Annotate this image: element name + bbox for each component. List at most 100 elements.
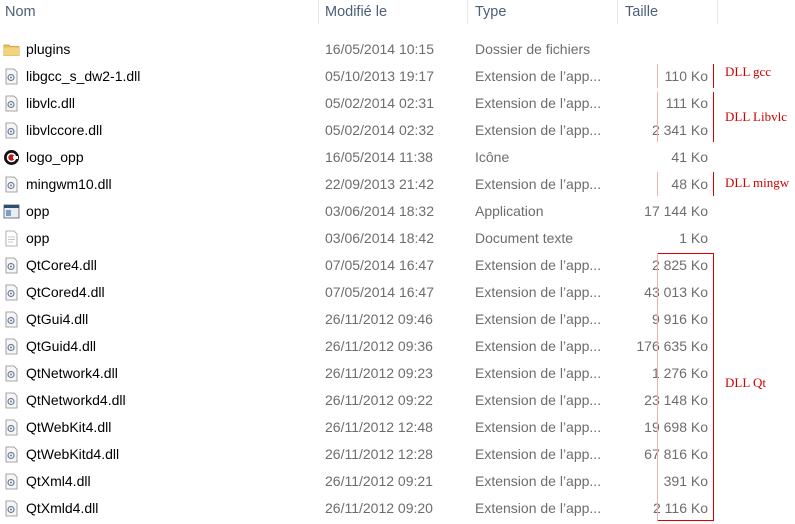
file-name: QtXml4.dll <box>26 473 91 489</box>
column-header-bar: Nom Modifié le Type Taille <box>0 0 795 27</box>
file-modified-date: 22/09/2013 21:42 <box>325 176 434 192</box>
file-type: Application <box>475 203 544 219</box>
file-type: Extension de l’app... <box>475 338 602 354</box>
file-type: Extension de l’app... <box>475 365 602 381</box>
file-size: 48 Ko <box>671 176 708 192</box>
file-row[interactable]: QtCore4.dll 07/05/2014 16:47 Extension de … <box>0 252 720 279</box>
dll-file-icon <box>3 392 20 409</box>
file-name: QtNetworkd4.dll <box>26 392 126 408</box>
logo-icon <box>3 149 20 166</box>
file-size: 2 341 Ko <box>651 122 708 138</box>
file-modified-date: 05/10/2013 19:17 <box>325 68 434 84</box>
column-header-modified-label: Modifié le <box>325 4 388 20</box>
dll-file-icon <box>3 419 20 436</box>
dll-file-icon <box>3 176 20 193</box>
file-modified-date: 26/11/2012 09:22 <box>325 392 433 408</box>
file-row[interactable]: QtXml4.dll 26/11/2012 09:21 Extension de l… <box>0 468 720 495</box>
file-row[interactable]: mingwm10.dll 22/09/2013 21:42 Extension de… <box>0 171 720 198</box>
file-type: Extension de l’app... <box>475 419 602 435</box>
file-name: QtWebKitd4.dll <box>26 446 120 462</box>
file-size: 2 116 Ko <box>652 500 708 516</box>
column-divider[interactable] <box>318 0 319 24</box>
column-header-size[interactable]: Taille <box>620 0 718 27</box>
dll-file-icon <box>3 257 20 274</box>
file-name: logo_opp <box>26 149 84 165</box>
file-type: Extension de l’app... <box>475 446 602 462</box>
file-row[interactable]: libvlccore.dll 05/02/2014 02:32 Extension … <box>0 117 720 144</box>
dll-file-icon <box>3 68 20 85</box>
file-type: Extension de l’app... <box>475 257 602 273</box>
file-type: Icône <box>475 149 510 165</box>
file-modified-date: 03/06/2014 18:42 <box>325 230 434 246</box>
file-row[interactable]: QtGuid4.dll 26/11/2012 09:36 Extension de … <box>0 333 720 360</box>
file-row[interactable]: QtCored4.dll 07/05/2014 16:47 Extension de… <box>0 279 720 306</box>
file-modified-date: 16/05/2014 10:15 <box>325 41 434 57</box>
file-modified-date: 05/02/2014 02:32 <box>325 122 434 138</box>
annotation-guide <box>657 172 658 196</box>
file-row[interactable]: QtNetwork4.dll 26/11/2012 09:23 Extension … <box>0 360 720 387</box>
file-size: 41 Ko <box>671 149 708 165</box>
dll-file-icon <box>3 122 20 139</box>
annotation-bracket <box>713 92 714 142</box>
file-modified-date: 26/11/2012 12:28 <box>325 446 433 462</box>
annotation-label-dll-libvlc: DLL Libvlc <box>725 109 787 124</box>
file-name: mingwm10.dll <box>26 176 112 192</box>
file-row[interactable]: QtGui4.dll 26/11/2012 09:46 Extension de l… <box>0 306 720 333</box>
folder-icon <box>3 41 20 58</box>
file-type: Extension de l’app... <box>475 500 602 516</box>
file-size: 43 013 Ko <box>644 284 708 300</box>
annotation-bracket-bottom <box>657 520 713 521</box>
file-name: QtXmld4.dll <box>26 500 99 516</box>
file-name: QtNetwork4.dll <box>26 365 118 381</box>
file-name: QtGui4.dll <box>26 311 89 327</box>
file-row[interactable]: libvlc.dll 05/02/2014 02:31 Extension de l… <box>0 90 720 117</box>
file-row[interactable]: QtWebKit4.dll 26/11/2012 12:48 Extension d… <box>0 414 720 441</box>
file-row[interactable]: plugins 16/05/2014 10:15 Dossier de fichie… <box>0 36 720 63</box>
column-divider[interactable] <box>717 0 718 24</box>
file-name: opp <box>26 203 50 219</box>
dll-file-icon <box>3 311 20 328</box>
annotation-bracket <box>713 253 714 521</box>
file-row[interactable]: QtNetworkd4.dll 26/11/2012 09:22 Extension… <box>0 387 720 414</box>
column-header-name-label: Nom <box>5 4 36 20</box>
file-modified-date: 03/06/2014 18:32 <box>325 203 434 219</box>
column-header-modified[interactable]: Modifié le <box>320 0 468 27</box>
column-divider[interactable] <box>617 0 618 24</box>
file-modified-date: 26/11/2012 12:48 <box>325 419 433 435</box>
column-header-type-label: Type <box>475 4 507 20</box>
file-modified-date: 16/05/2014 11:38 <box>325 149 433 165</box>
file-name: plugins <box>26 41 71 57</box>
column-header-type[interactable]: Type <box>470 0 618 27</box>
file-row[interactable]: QtXmld4.dll 26/11/2012 09:20 Extension de … <box>0 495 720 522</box>
file-size: 111 Ko <box>665 95 708 111</box>
annotation-guide <box>657 253 658 521</box>
dll-file-icon <box>3 500 20 517</box>
annotation-bracket <box>713 172 714 196</box>
file-modified-date: 26/11/2012 09:23 <box>325 365 433 381</box>
file-modified-date: 26/11/2012 09:21 <box>325 473 433 489</box>
dll-file-icon <box>3 365 20 382</box>
file-type: Extension de l’app... <box>475 473 602 489</box>
file-size: 176 635 Ko <box>636 338 708 354</box>
file-type: Document texte <box>475 230 574 246</box>
file-type: Extension de l’app... <box>475 176 602 192</box>
column-divider[interactable] <box>467 0 468 24</box>
file-name: opp <box>26 230 50 246</box>
file-row[interactable]: QtWebKitd4.dll 26/11/2012 12:28 Extension … <box>0 441 720 468</box>
file-type: Extension de l’app... <box>475 122 602 138</box>
file-row[interactable]: opp 03/06/2014 18:32 Application 17 144 Ko <box>0 198 720 225</box>
annotation-label-dll-qt: DLL Qt <box>725 375 767 390</box>
file-row[interactable]: libgcc_s_dw2-1.dll 05/10/2013 19:17 Extens… <box>0 63 720 90</box>
dll-file-icon <box>3 284 20 301</box>
file-row[interactable]: opp 03/06/2014 18:42 Document texte 1 Ko <box>0 225 720 252</box>
file-size: 9 916 Ko <box>651 311 708 327</box>
file-name: libvlc.dll <box>26 95 76 111</box>
file-modified-date: 26/11/2012 09:46 <box>325 311 433 327</box>
file-size: 110 Ko <box>664 68 708 84</box>
file-name: QtCore4.dll <box>26 257 97 273</box>
file-row[interactable]: logo_opp 16/05/2014 11:38 Icône 41 Ko <box>0 144 720 171</box>
file-modified-date: 07/05/2014 16:47 <box>325 257 434 273</box>
annotation-label-dll-gcc: DLL gcc <box>725 64 772 79</box>
text-document-icon <box>3 230 20 247</box>
column-header-name[interactable]: Nom <box>0 0 318 27</box>
